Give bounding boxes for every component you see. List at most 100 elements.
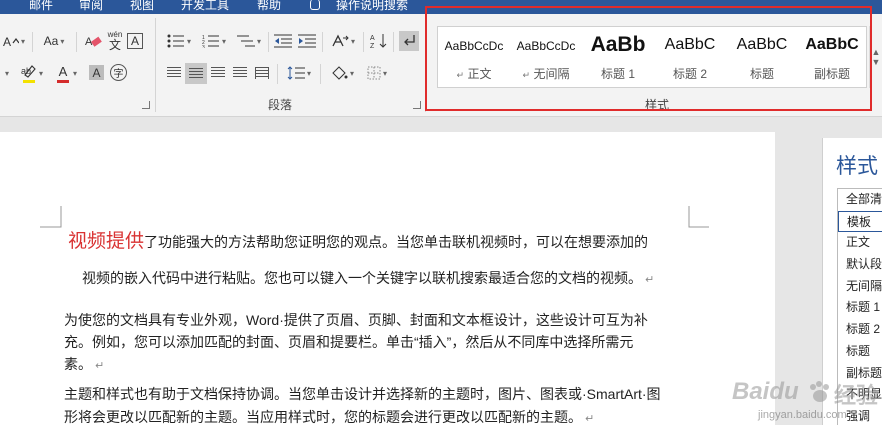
font-size-arrow-icon: A [3,35,19,48]
eraser-icon: A [85,36,102,48]
line-spacing-icon [287,66,305,80]
document-page: 视频提供了功能强大的方法帮助您证明您的观点。当您单击联机视频时，可以在想要添加的… [0,132,775,425]
line-spacing-button[interactable] [283,64,315,82]
line-text: 形将会更改以匹配新的主题。当应用样式时，您的标题会进行更改以匹配新的主题。 [64,409,582,425]
borders-button[interactable] [362,64,392,82]
multilevel-list-button[interactable] [233,32,265,50]
font-dialog-launcher[interactable] [142,101,150,109]
paragraph-2-line-3[interactable]: 素。 ↵ [64,353,104,378]
increase-indent-icon [298,34,316,48]
style-name: 无间隔 [533,67,570,81]
clear-formatting-button[interactable]: A [84,32,104,50]
styles-pane-list: 全部清 模板 正文 默认段 无间隔 标题 1 标题 2 标题 副标题 不明显 强… [837,188,882,425]
enclose-characters-label: 字 [113,69,124,80]
gallery-scroll[interactable]: ▲ ▼ [869,26,882,88]
style-title[interactable]: AaBbC 标题 [726,27,798,87]
sort-button[interactable]: AZ [369,32,389,50]
character-border-label: A [130,34,139,48]
style-mark: ↵ [522,70,531,80]
pane-style-item[interactable]: 标题 1 [838,297,882,319]
align-center-button[interactable] [185,63,207,84]
ribbon: A Aa A wén 文 A ab A A 字 [0,14,882,117]
character-border-button[interactable]: A [127,33,143,49]
svg-text:A: A [3,35,11,48]
font-color-button[interactable]: A [52,64,80,83]
line-text: 视频的嵌入代码中进行粘贴。您也可以键入一个关键字以联机搜索最适合您的文档的视频。 [82,270,642,286]
pane-style-item-selected[interactable]: 模板 [838,210,882,233]
pane-style-item[interactable]: 标题 2 [838,319,882,341]
justify-button[interactable] [230,64,250,82]
asian-layout-icon [332,34,349,47]
grow-font-icon[interactable]: A [0,32,28,50]
style-sample: AaBbC [664,36,716,53]
pane-style-item[interactable]: 不明显 [838,384,882,406]
paragraph-3-line-2[interactable]: 形将会更改以匹配新的主题。当应用样式时，您的标题会进行更改以匹配新的主题。 ↵ [64,406,594,425]
show-hide-marks-button[interactable] [399,31,419,51]
tab-developer[interactable]: 开发工具 [181,0,229,13]
style-subtitle[interactable]: AaBbC 副标题 [798,27,866,87]
highlight-color-bar [22,80,35,83]
character-shading-button[interactable]: A [89,65,104,80]
style-heading-2[interactable]: AaBbC 标题 2 [654,27,726,87]
styles-pane: 样式 全部清 模板 正文 默认段 无间隔 标题 1 标题 2 标题 副标题 不明… [822,138,882,425]
style-sample: AaBbC [736,36,788,53]
align-right-icon [211,67,225,79]
tab-help[interactable]: 帮助 [257,0,281,13]
paint-bucket-icon [332,66,348,80]
style-no-spacing[interactable]: AaBbCcDc ↵ 无间隔 [510,27,582,87]
paragraph-mark: ↵ [95,360,105,372]
style-normal[interactable]: AaBbCcDc ↵ 正文 [438,27,510,87]
svg-text:3: 3 [202,45,205,48]
tab-view[interactable]: 视图 [130,0,154,13]
pane-style-item[interactable]: 强调 [838,406,882,425]
align-left-button[interactable] [164,64,184,82]
font-color-letter: A [58,64,68,79]
tab-mailings[interactable]: 邮件 [29,0,53,13]
styles-gallery: AaBbCcDc ↵ 正文 AaBbCcDc ↵ 无间隔 AaBb 标题 1 A… [437,26,867,88]
bullets-button[interactable] [163,32,195,50]
paragraph-3-line-1[interactable]: 主题和样式也有助于文档保持协调。当您单击设计并选择新的主题时，图片、图表或·Sm… [64,383,661,406]
paragraph-1-line-2[interactable]: 视频的嵌入代码中进行粘贴。您也可以键入一个关键字以联机搜索最适合您的文档的视频。… [82,267,654,292]
tell-me-search[interactable]: 操作说明搜索 [336,0,408,13]
shading-button[interactable] [326,64,358,82]
phonetic-guide-button[interactable]: wén 文 [106,28,124,52]
return-arrow-icon [404,35,415,46]
pane-style-item[interactable]: 全部清 [838,189,882,211]
asian-layout-button[interactable] [327,32,359,50]
svg-text:Z: Z [370,43,375,49]
style-name: 标题 1 [600,67,635,81]
paragraph-mark: ↵ [645,274,655,286]
distributed-icon [255,67,269,79]
highlight-button[interactable]: ab [18,64,46,83]
enclose-characters-button[interactable]: 字 [110,64,127,81]
paragraph-1-line-1[interactable]: 视频提供了功能强大的方法帮助您证明您的观点。当您单击联机视频时，可以在想要添加的 [68,230,648,254]
paragraph-group-label: 段落 [268,98,293,112]
style-sample: AaBb [590,33,646,56]
pane-style-item[interactable]: 无间隔 [838,276,882,298]
borders-icon [367,66,381,80]
style-heading-1[interactable]: AaBb 标题 1 [582,27,654,87]
distributed-button[interactable] [252,64,272,82]
style-name: 副标题 [813,67,850,81]
increase-indent-button[interactable] [297,32,317,50]
decrease-indent-button[interactable] [273,32,293,50]
numbering-button[interactable]: 123 [198,32,230,50]
font-color-bar [56,80,69,83]
text-effects-button[interactable] [0,64,12,82]
paragraph-2-line-1[interactable]: 为使您的文档具有专业外观，Word·提供了页眉、页脚、封面和文本框设计，这些设计… [64,309,648,332]
document-area: 视频提供了功能强大的方法帮助您证明您的观点。当您单击联机视频时，可以在想要添加的… [0,118,815,425]
paragraph-dialog-launcher[interactable] [413,101,421,109]
align-left-icon [167,67,181,79]
pane-style-item[interactable]: 标题 [838,341,882,363]
tab-review[interactable]: 审阅 [79,0,103,13]
sort-icon: AZ [370,34,387,49]
pane-style-item[interactable]: 默认段 [838,254,882,276]
paragraph-2-line-2[interactable]: 充。例如，您可以添加匹配的封面、页眉和提要栏。单击“插入”，然后从不同库中选择所… [64,331,633,354]
align-right-button[interactable] [208,64,228,82]
change-case-button[interactable]: Aa [38,32,70,50]
highlighter-icon: ab [21,64,37,83]
pane-style-item[interactable]: 正文 [838,232,882,254]
line-text: 主题和样式也有助于文档保持协调。当您单击设计并选择新的主题时，图片、图表或·Sm… [64,386,661,402]
pane-style-item[interactable]: 副标题 [838,363,882,385]
decrease-indent-icon [274,34,292,48]
